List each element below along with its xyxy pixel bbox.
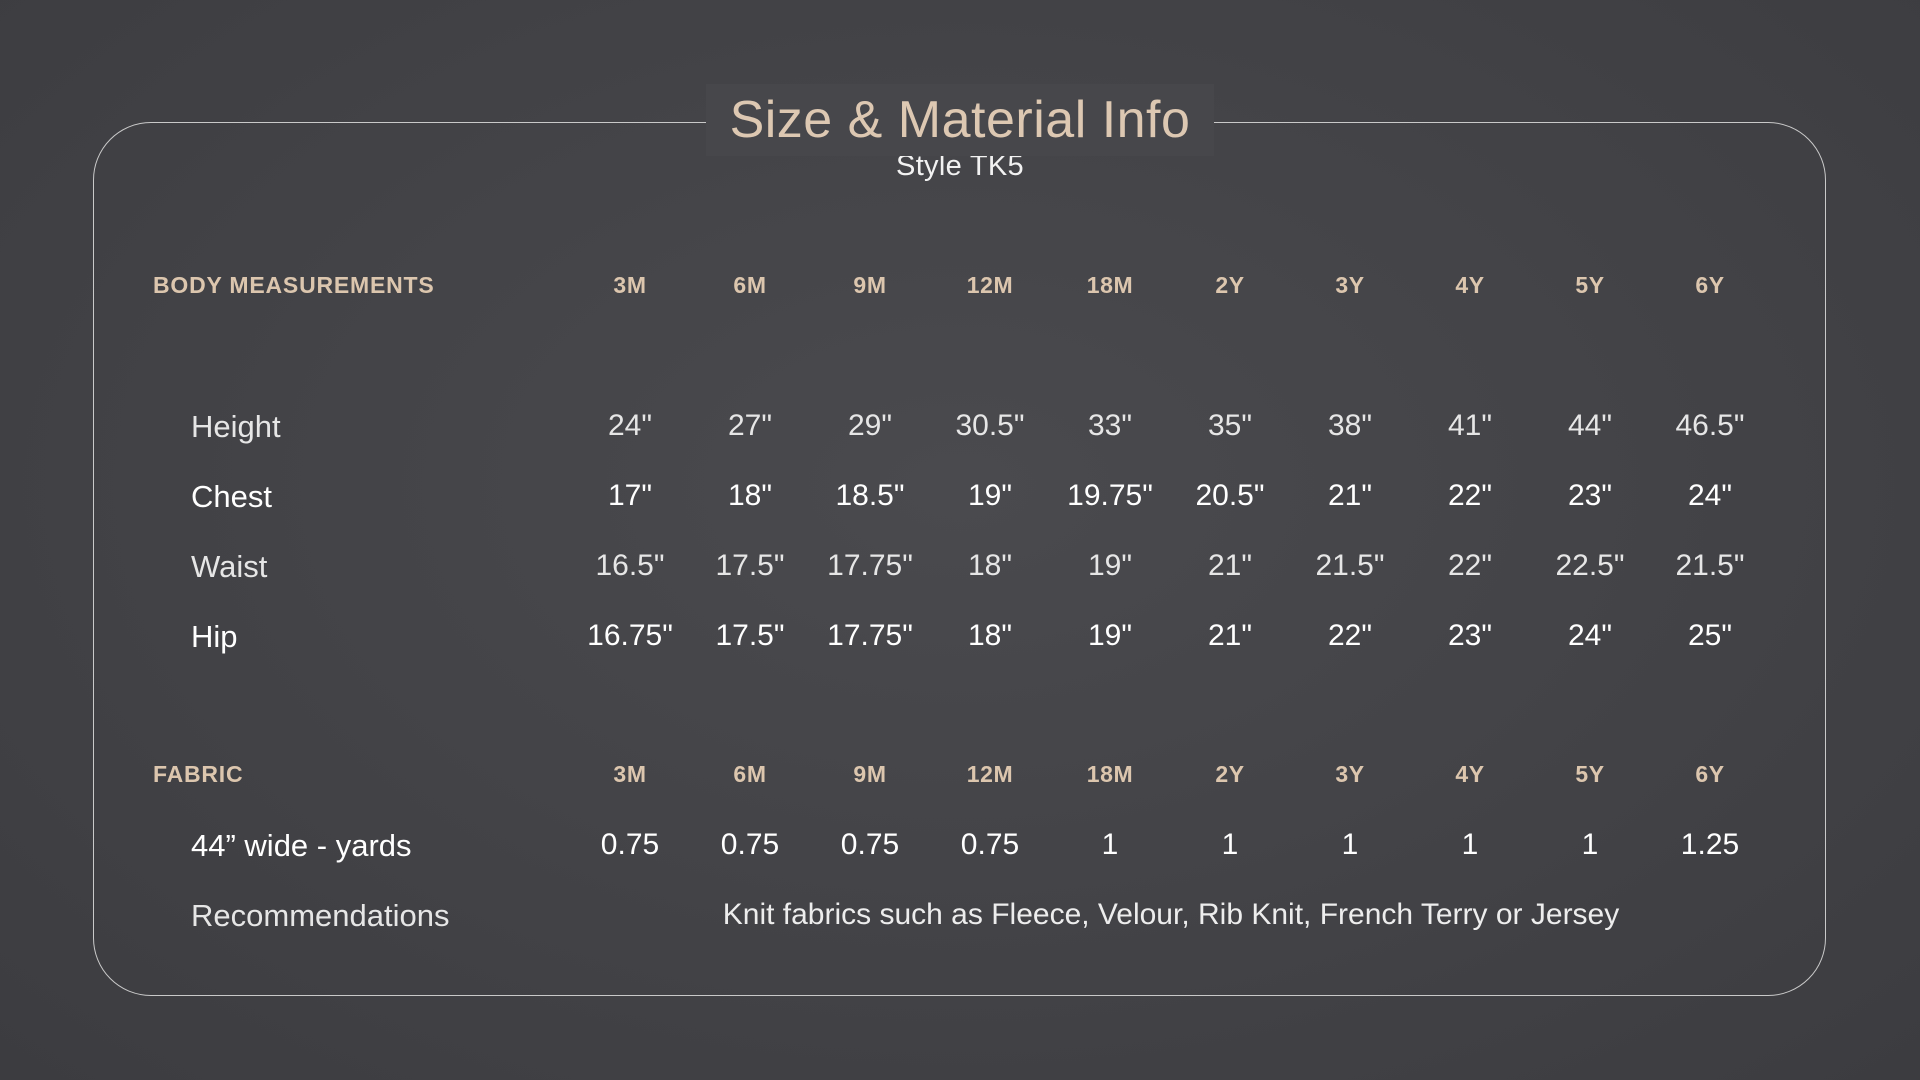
measurement-cell: 24" — [1567, 619, 1613, 652]
measurement-cell: 17.75" — [827, 549, 913, 582]
size-column-header: 5Y — [1575, 761, 1605, 787]
measurement-label-hip: Hip — [191, 619, 238, 654]
measurement-cell: 38" — [1327, 409, 1373, 442]
size-column-header: 12M — [966, 761, 1014, 787]
measurement-cell: 33" — [1087, 409, 1133, 442]
measurement-label-chest: Chest — [191, 479, 272, 514]
yardage-cell: 1 — [1101, 828, 1119, 861]
measurement-cell: 16.75" — [587, 619, 673, 652]
measurement-cell: 21.5" — [1675, 549, 1745, 582]
measurement-cell: 17.75" — [827, 619, 913, 652]
measurement-cell: 22" — [1447, 479, 1493, 512]
measurement-cell: 19.75" — [1067, 479, 1153, 512]
size-column-header: 3M — [613, 761, 647, 787]
yardage-cell: 1 — [1581, 828, 1599, 861]
measurement-cell: 24" — [1687, 479, 1733, 512]
measurement-cell: 35" — [1207, 409, 1253, 442]
measurement-cell: 19" — [1087, 619, 1133, 652]
body-measurements-heading: BODY MEASUREMENTS — [153, 272, 435, 298]
size-column-header: 5Y — [1575, 272, 1605, 298]
measurement-cell: 22" — [1327, 619, 1373, 652]
yardage-cell: 1 — [1221, 828, 1239, 861]
recommendations-label: Recommendations — [191, 898, 450, 933]
size-column-header: 18M — [1086, 272, 1134, 298]
size-column-header: 3Y — [1335, 761, 1365, 787]
measurement-cell: 18" — [727, 479, 773, 512]
measurement-cell: 21" — [1207, 549, 1253, 582]
yardage-label: 44” wide - yards — [191, 828, 412, 863]
size-column-header: 6M — [733, 272, 767, 298]
size-column-header: 9M — [853, 272, 887, 298]
measurement-cell: 21.5" — [1315, 549, 1385, 582]
size-column-header: 6M — [733, 761, 767, 787]
measurement-cell: 19" — [1087, 549, 1133, 582]
measurement-cell: 17.5" — [715, 549, 785, 582]
measurement-label-height: Height — [191, 409, 281, 444]
yardage-cell: 0.75 — [960, 828, 1020, 861]
size-column-header: 12M — [966, 272, 1014, 298]
measurement-cell: 18" — [967, 619, 1013, 652]
yardage-cell: 0.75 — [600, 828, 660, 861]
measurement-cell: 20.5" — [1195, 479, 1265, 512]
yardage-cell: 1 — [1461, 828, 1479, 861]
yardage-cell: 1 — [1341, 828, 1359, 861]
measurement-cell: 24" — [607, 409, 653, 442]
measurement-cell: 23" — [1447, 619, 1493, 652]
size-column-header: 3Y — [1335, 272, 1365, 298]
page-title: Size & Material Info — [705, 84, 1215, 156]
measurement-label-waist: Waist — [191, 549, 268, 584]
yardage-cell: 1.25 — [1680, 828, 1740, 861]
measurement-cell: 22" — [1447, 549, 1493, 582]
size-column-header: 2Y — [1215, 272, 1245, 298]
size-column-header: 18M — [1086, 761, 1134, 787]
yardage-cell: 0.75 — [720, 828, 780, 861]
measurement-cell: 29" — [847, 409, 893, 442]
size-column-header: 4Y — [1455, 761, 1485, 787]
size-column-header: 6Y — [1695, 272, 1725, 298]
measurement-cell: 21" — [1327, 479, 1373, 512]
measurement-cell: 25" — [1687, 619, 1733, 652]
size-column-header: 3M — [613, 272, 647, 298]
measurement-cell: 17" — [607, 479, 653, 512]
recommendations-text: Knit fabrics such as Fleece, Velour, Rib… — [722, 898, 1620, 931]
measurement-cell: 22.5" — [1555, 549, 1625, 582]
measurement-cell: 41" — [1447, 409, 1493, 442]
size-column-header: 6Y — [1695, 761, 1725, 787]
size-column-header: 4Y — [1455, 272, 1485, 298]
size-column-header: 9M — [853, 761, 887, 787]
measurement-cell: 16.5" — [595, 549, 665, 582]
size-column-header: 2Y — [1215, 761, 1245, 787]
measurement-cell: 17.5" — [715, 619, 785, 652]
measurement-cell: 23" — [1567, 479, 1613, 512]
measurement-cell: 27" — [727, 409, 773, 442]
title-wrap: Size & Material Info — [0, 84, 1920, 156]
measurement-cell: 44" — [1567, 409, 1613, 442]
measurement-cell: 18" — [967, 549, 1013, 582]
measurement-cell: 46.5" — [1675, 409, 1745, 442]
measurement-cell: 30.5" — [955, 409, 1025, 442]
yardage-cell: 0.75 — [840, 828, 900, 861]
fabric-heading: FABRIC — [153, 761, 244, 787]
measurement-cell: 21" — [1207, 619, 1253, 652]
measurement-cell: 19" — [967, 479, 1013, 512]
measurement-cell: 18.5" — [835, 479, 905, 512]
